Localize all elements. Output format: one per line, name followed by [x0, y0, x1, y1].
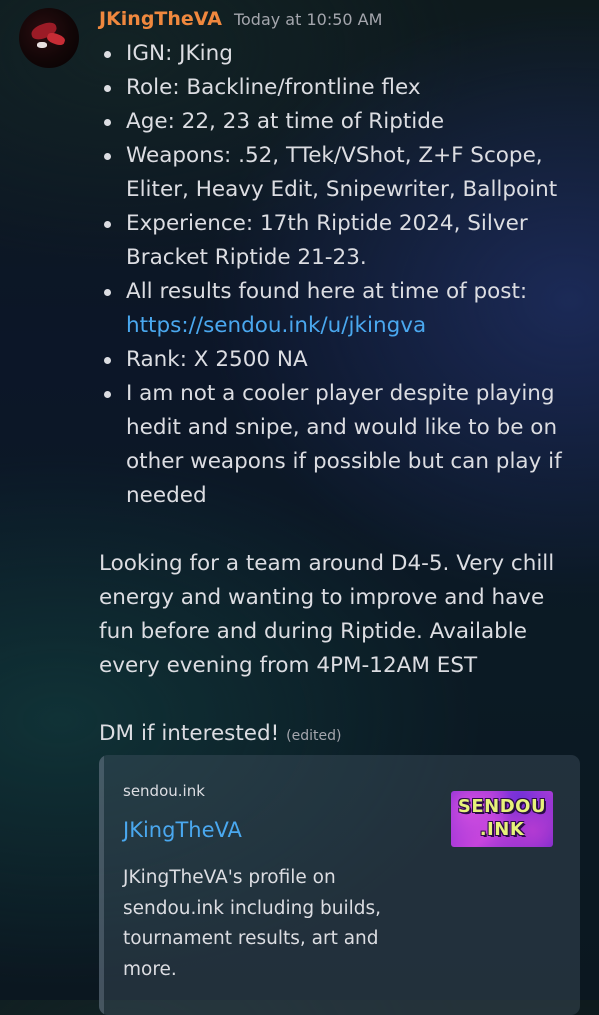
- thumbnail-logo-text: SENDOU .INK: [451, 795, 553, 841]
- info-item-age: Age: 22, 23 at time of Riptide: [99, 105, 584, 139]
- info-item-text: Role: Backline/frontline flex: [126, 75, 421, 100]
- info-item-experience: Experience: 17th Riptide 2024, Silver Br…: [99, 207, 584, 275]
- info-item-text: I am not a cooler player despite playing…: [126, 381, 562, 508]
- avatar-art-accent: [45, 31, 67, 47]
- info-item-weapons: Weapons: .52, TTek/VShot, Z+F Scope, Eli…: [99, 139, 584, 207]
- info-item-text: Weapons: .52, TTek/VShot, Z+F Scope, Eli…: [126, 143, 558, 202]
- results-link[interactable]: https://sendou.ink/u/jkingva: [126, 313, 426, 338]
- message-timestamp[interactable]: Today at 10:50 AM: [234, 10, 382, 29]
- info-item-text: IGN: JKing: [126, 41, 233, 66]
- dm-text: DM if interested!: [99, 721, 280, 746]
- thumbnail-text-line2: .INK: [479, 819, 525, 840]
- embed-description: JKingTheVA's profile on sendou.ink inclu…: [123, 867, 382, 980]
- link-embed: sendou.ink JKingTheVA JKingTheVA's profi…: [99, 755, 580, 1015]
- message-content: IGN: JKing Role: Backline/frontline flex…: [99, 37, 584, 753]
- info-item-results: All results found here at time of post: h…: [99, 275, 584, 343]
- author-avatar[interactable]: [19, 8, 79, 68]
- author-username[interactable]: JKingTheVA: [99, 8, 222, 30]
- thumbnail-text-line1: SENDOU: [457, 796, 547, 817]
- info-item-text: All results found here at time of post:: [126, 279, 528, 304]
- embed-accent-bar: [99, 755, 104, 1015]
- info-item-ign: IGN: JKing: [99, 37, 584, 71]
- embed-provider[interactable]: sendou.ink: [123, 782, 205, 800]
- info-item-text: Experience: 17th Riptide 2024, Silver Br…: [126, 211, 528, 270]
- embed-thumbnail[interactable]: SENDOU .INK: [451, 791, 553, 847]
- info-item-note: I am not a cooler player despite playing…: [99, 377, 584, 513]
- edited-label: (edited): [286, 728, 342, 744]
- embed-title[interactable]: JKingTheVA: [123, 818, 242, 842]
- team-paragraph: Looking for a team around D4-5. Very chi…: [99, 551, 555, 678]
- message-header: JKingTheVA Today at 10:50 AM: [99, 8, 382, 30]
- info-item-text: Age: 22, 23 at time of Riptide: [126, 109, 445, 134]
- info-item-text: Rank: X 2500 NA: [126, 347, 308, 372]
- avatar-art-highlight: [37, 42, 47, 48]
- info-list: IGN: JKing Role: Backline/frontline flex…: [99, 37, 584, 513]
- info-item-rank: Rank: X 2500 NA: [99, 343, 584, 377]
- dm-paragraph: DM if interested! (edited): [99, 717, 584, 753]
- info-item-role: Role: Backline/frontline flex: [99, 71, 584, 105]
